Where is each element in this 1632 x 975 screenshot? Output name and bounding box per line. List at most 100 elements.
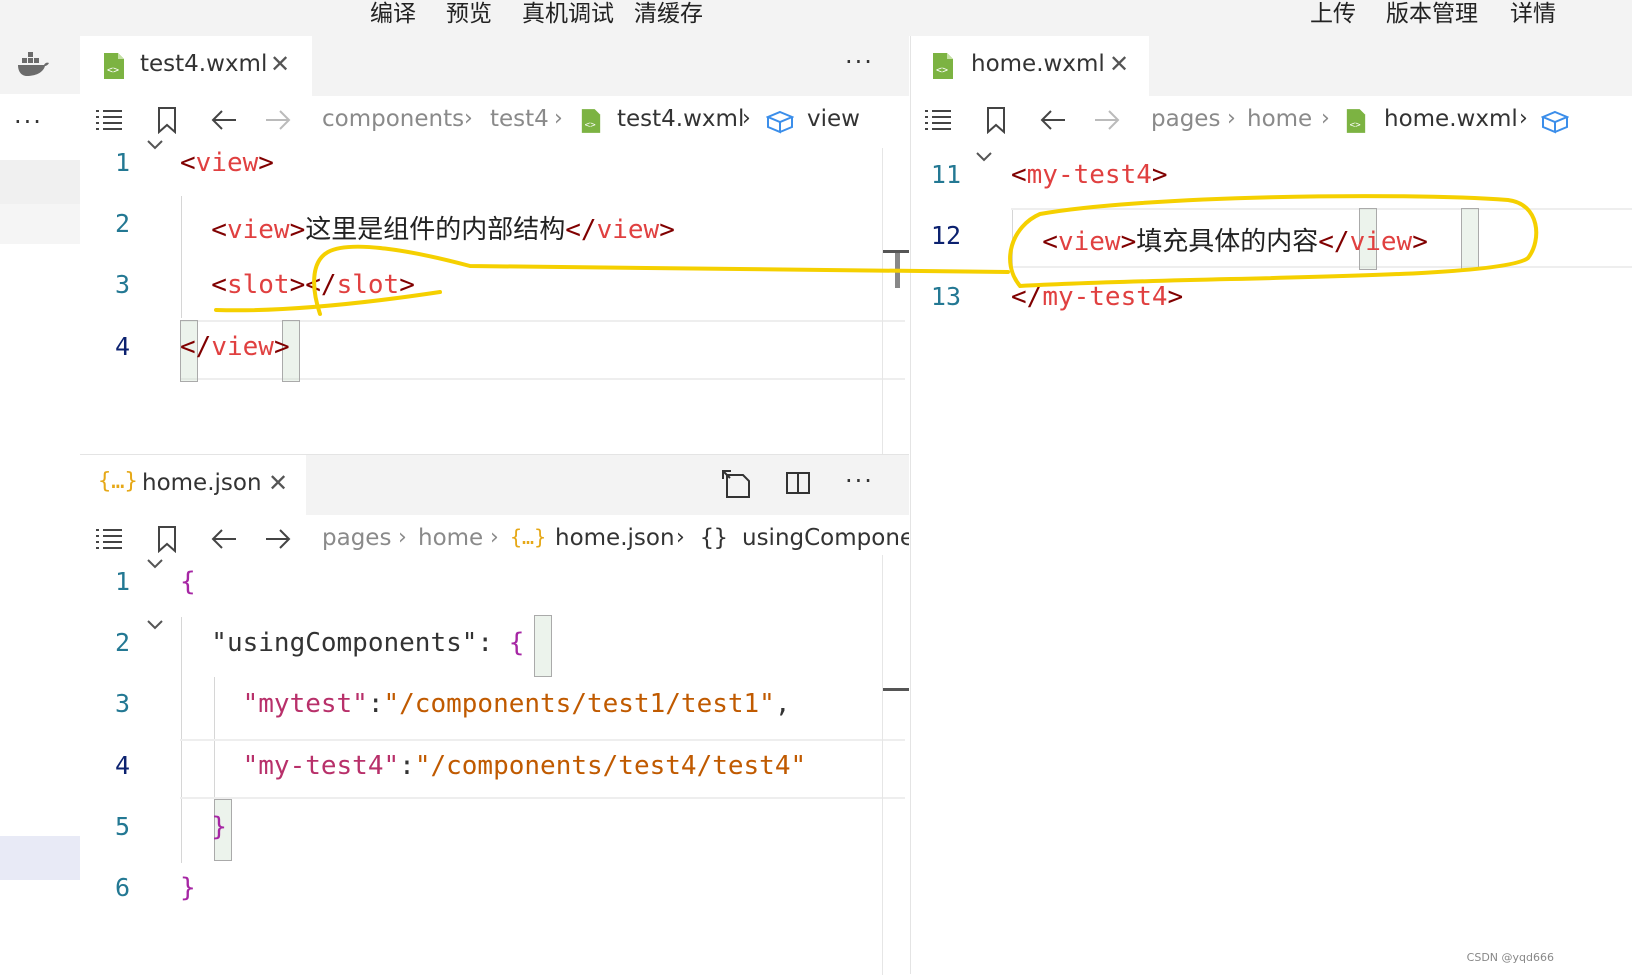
code-token: >: [258, 148, 274, 178]
close-icon[interactable]: ✕: [1109, 50, 1129, 78]
close-icon[interactable]: ✕: [268, 469, 288, 497]
menu-compile[interactable]: 编译: [370, 0, 416, 28]
code-token: >: [1151, 160, 1168, 190]
tab-label: home.json: [142, 470, 262, 496]
code-line[interactable]: 6 }: [80, 861, 909, 923]
breadcrumb-home[interactable]: home: [418, 525, 483, 551]
menu-clear-cache[interactable]: 清缓存: [634, 0, 703, 28]
code-line[interactable]: 12 <view>填充具体的内容</view>: [911, 209, 1632, 271]
tab-test4-wxml[interactable]: <> test4.wxml ✕: [80, 36, 312, 96]
cube-icon: [1541, 110, 1569, 134]
breadcrumb-home-json[interactable]: home.json: [555, 525, 675, 551]
code-line[interactable]: 5 }: [80, 800, 909, 862]
bookmark-icon[interactable]: [156, 106, 178, 134]
arrow-left-icon[interactable]: [1039, 108, 1067, 132]
chevron-right-icon: ›: [676, 525, 685, 550]
editor-pane-home-wxml: <> home.wxml ✕ pages › home › <> home.wx…: [910, 36, 1632, 974]
tab-strip: <> test4.wxml ✕ ···: [80, 36, 909, 96]
fold-chevron-icon[interactable]: [146, 138, 164, 152]
vertical-scrollbar[interactable]: [882, 555, 909, 975]
arrow-right-icon[interactable]: [1093, 108, 1121, 132]
svg-text:<>: <>: [1350, 119, 1362, 130]
code-token: <: [1011, 227, 1058, 257]
chevron-right-icon: ›: [742, 106, 751, 131]
arrow-left-icon[interactable]: [210, 108, 238, 132]
code-token: ></: [289, 270, 337, 300]
code-line[interactable]: 13 </my-test4>: [911, 270, 1632, 332]
line-number: 11: [930, 160, 961, 189]
code-token: slot: [336, 270, 400, 300]
sidebar-item-band-selected[interactable]: [0, 836, 80, 880]
breadcrumb-components[interactable]: components: [322, 106, 464, 132]
list-icon[interactable]: [94, 108, 124, 132]
code-line[interactable]: 2 <view>这里是组件的内部结构</view>: [80, 197, 909, 259]
menu-device-debug[interactable]: 真机调试: [522, 0, 614, 28]
breadcrumb-usingcomponents[interactable]: usingCompone: [742, 525, 909, 551]
code-line[interactable]: 3 <slot></slot>: [80, 258, 909, 320]
more-icon[interactable]: ···: [845, 467, 874, 495]
code-line[interactable]: 3 "mytest":"/components/test1/test1",: [80, 677, 909, 739]
line-number: 5: [114, 812, 130, 841]
editor-pane-home-json: {…} home.json ✕ ··· pages › home › {…} h…: [80, 454, 909, 975]
object-icon: {}: [700, 525, 728, 551]
breadcrumb-test4-wxml[interactable]: test4.wxml: [617, 106, 744, 132]
line-number: 13: [930, 282, 961, 311]
top-menu-bar: 编译 预览 真机调试 清缓存 上传 版本管理 详情: [0, 0, 1632, 36]
breadcrumb-home-wxml[interactable]: home.wxml: [1384, 106, 1518, 132]
tab-home-wxml[interactable]: <> home.wxml ✕: [911, 36, 1149, 96]
list-icon[interactable]: [94, 527, 124, 551]
code-token: my-test4: [1042, 282, 1168, 312]
code-token: view: [596, 215, 660, 245]
code-line[interactable]: 1 <view>: [80, 136, 909, 198]
vertical-scrollbar[interactable]: [882, 148, 909, 454]
code-token: <: [180, 270, 227, 300]
wxml-file-icon: <>: [580, 108, 602, 134]
breadcrumb-test4[interactable]: test4: [490, 106, 549, 132]
code-line[interactable]: 4 "my-test4":"/components/test4/test4": [80, 739, 909, 801]
arrow-right-icon[interactable]: [264, 527, 292, 551]
list-icon[interactable]: [923, 108, 953, 132]
code-text: "usingComponents": {: [180, 628, 524, 658]
code-token: >: [1120, 227, 1137, 257]
more-icon[interactable]: ···: [845, 48, 874, 76]
arrow-right-icon[interactable]: [264, 108, 292, 132]
sidebar-item-band[interactable]: [0, 160, 80, 204]
code-token: my-test4: [1026, 160, 1152, 190]
chevron-right-icon: ›: [554, 106, 563, 131]
split-editor-icon[interactable]: [784, 469, 812, 497]
menu-preview[interactable]: 预览: [446, 0, 492, 28]
menu-details[interactable]: 详情: [1510, 0, 1556, 28]
breadcrumb-home[interactable]: home: [1247, 106, 1312, 132]
fold-chevron-icon[interactable]: [975, 150, 993, 164]
menu-upload[interactable]: 上传: [1310, 0, 1356, 28]
fold-chevron-icon[interactable]: [146, 618, 164, 632]
arrow-left-icon[interactable]: [210, 527, 238, 551]
code-token: "usingComponents": [180, 628, 478, 658]
sidebar-item-band[interactable]: [0, 204, 80, 244]
bookmark-icon[interactable]: [156, 525, 178, 553]
breadcrumb-pages[interactable]: pages: [322, 525, 391, 551]
code-token: }: [180, 812, 227, 842]
code-line[interactable]: 2 "usingComponents": {: [80, 616, 909, 678]
menu-version-control[interactable]: 版本管理: [1386, 0, 1478, 28]
code-token: >: [399, 270, 415, 300]
tab-home-json[interactable]: {…} home.json ✕: [80, 455, 306, 515]
code-token: </: [1011, 282, 1043, 312]
close-icon[interactable]: ✕: [270, 50, 290, 78]
code-line[interactable]: 1 {: [80, 555, 909, 617]
docker-icon[interactable]: [16, 50, 50, 78]
breadcrumb-pages[interactable]: pages: [1151, 106, 1220, 132]
code-token: </: [565, 215, 597, 245]
fold-chevron-icon[interactable]: [146, 557, 164, 571]
code-token: 填充具体的内容: [1136, 227, 1319, 257]
breadcrumb-view[interactable]: view: [807, 106, 860, 132]
code-token: slot: [226, 270, 290, 300]
code-line[interactable]: 4 </view>: [80, 320, 909, 382]
code-line[interactable]: 11 <my-test4>: [911, 148, 1632, 210]
code-text: </my-test4>: [1011, 282, 1183, 312]
more-icon[interactable]: ···: [14, 108, 43, 136]
line-number: 4: [114, 332, 130, 361]
open-changes-icon[interactable]: [721, 469, 753, 499]
code-text: }: [180, 873, 196, 903]
bookmark-icon[interactable]: [985, 106, 1007, 134]
